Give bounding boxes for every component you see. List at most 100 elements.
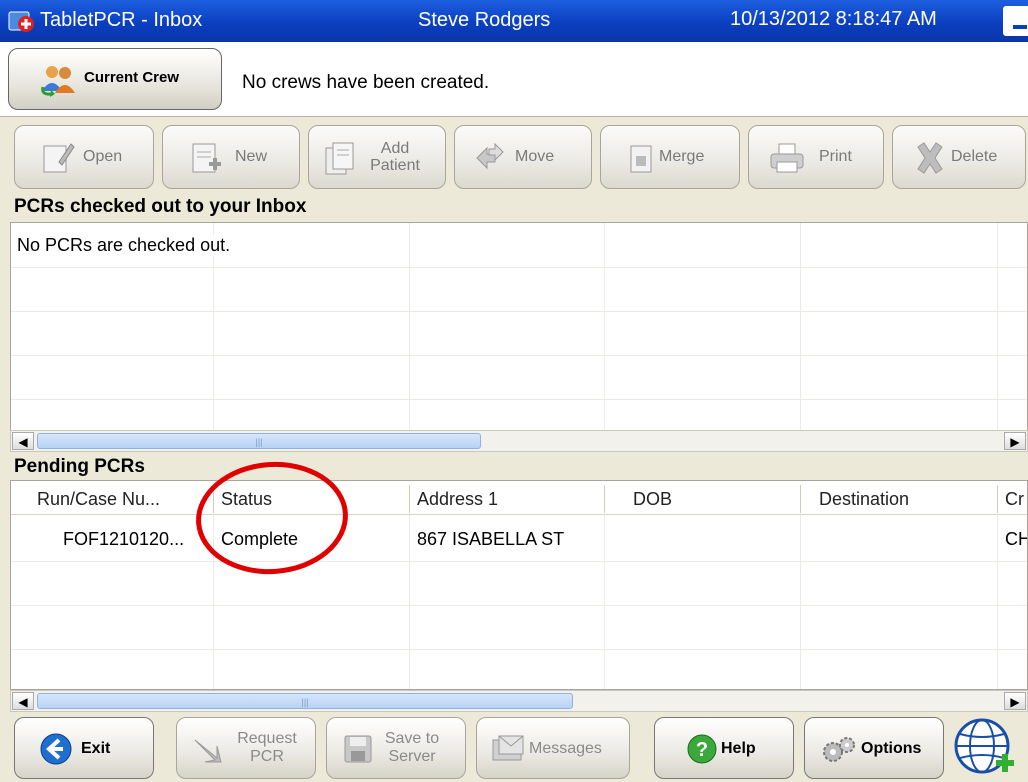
crew-people-icon (41, 66, 75, 97)
print-button[interactable]: Print (748, 125, 884, 189)
column-separator[interactable] (213, 485, 214, 513)
column-header-address[interactable]: Address 1 (417, 489, 498, 510)
user-name: Steve Rodgers (418, 9, 551, 31)
inbox-grid[interactable]: No PCRs are checked out. (10, 222, 1028, 432)
column-header-run-case[interactable]: Run/Case Nu... (37, 489, 160, 510)
messages-button[interactable]: Messages (476, 717, 630, 779)
scroll-right-arrow-icon[interactable]: ▶ (1004, 692, 1026, 710)
add-patient-button[interactable]: Add Patient (308, 125, 446, 189)
cell-run-case: FOF1210120... (63, 529, 185, 549)
open-button[interactable]: Open (14, 125, 154, 189)
inbox-heading: PCRs checked out to your Inbox (14, 196, 307, 217)
new-button[interactable]: New (162, 125, 300, 189)
exit-back-arrow-icon (40, 733, 72, 765)
add-patient-document-icon (325, 142, 354, 175)
cell-address: 867 ISABELLA ST (417, 529, 565, 549)
add-patient-label: Add Patient (365, 140, 425, 174)
column-header-destination[interactable]: Destination (819, 489, 909, 510)
crew-status-message: No crews have been created. (242, 72, 490, 93)
scroll-left-arrow-icon[interactable]: ◀ (12, 692, 34, 710)
column-header-status[interactable]: Status (221, 489, 272, 510)
merge-document-icon (630, 145, 652, 173)
print-label: Print (819, 148, 852, 165)
exit-button[interactable]: Exit (14, 717, 154, 779)
grid-line (997, 515, 998, 689)
column-header-crew[interactable]: Cr (1005, 489, 1024, 510)
column-separator[interactable] (800, 485, 801, 513)
title-bar: TabletPCR - Inbox Steve Rodgers 10/13/20… (0, 0, 1028, 42)
delete-x-icon (917, 142, 943, 174)
open-label: Open (83, 148, 123, 165)
pcr-toolbar: Open New Add Patient Move Merge Print De… (0, 116, 1028, 192)
save-to-server-button[interactable]: Save to Server (326, 717, 466, 779)
add-patient-label-line2: Patient (370, 157, 420, 174)
datetime: 10/13/2012 8:18:47 AM (730, 8, 937, 30)
request-pcr-label-line2: PCR (250, 748, 284, 765)
column-separator[interactable] (409, 485, 410, 513)
help-button[interactable]: ? Help (654, 717, 794, 779)
request-arrow-icon (194, 739, 222, 763)
grid-line (11, 649, 1027, 650)
save-label-line2: Server (388, 748, 436, 765)
merge-label: Merge (659, 148, 705, 165)
pending-heading: Pending PCRs (14, 456, 145, 477)
save-label-line1: Save to (384, 730, 440, 747)
new-document-icon (192, 143, 221, 173)
scroll-right-arrow-icon[interactable]: ▶ (1004, 432, 1026, 450)
new-label: New (235, 148, 268, 165)
scroll-thumb[interactable] (37, 693, 573, 709)
grid-line (11, 311, 1027, 312)
move-arrows-icon (476, 142, 504, 170)
printer-icon (770, 143, 804, 173)
options-label: Options (861, 740, 922, 757)
request-pcr-label-line1: Request (237, 730, 297, 747)
add-patient-label-line1: Add (380, 140, 410, 157)
scroll-left-arrow-icon[interactable]: ◀ (12, 432, 34, 450)
inbox-empty-message: No PCRs are checked out. (17, 235, 231, 256)
pending-grid[interactable]: Run/Case Nu... Status Address 1 DOB Dest… (10, 480, 1028, 690)
column-header-dob[interactable]: DOB (633, 489, 672, 510)
column-separator[interactable] (997, 485, 998, 513)
open-document-icon (43, 143, 75, 173)
move-button[interactable]: Move (454, 125, 592, 189)
grid-line (11, 399, 1027, 400)
delete-button[interactable]: Delete (892, 125, 1026, 189)
grid-line (11, 561, 1027, 562)
cell-status: Complete (221, 529, 299, 549)
grid-line (604, 515, 605, 689)
grid-line (11, 267, 1027, 268)
request-pcr-label: Request PCR (227, 730, 307, 766)
exit-label: Exit (81, 740, 111, 757)
column-separator[interactable] (604, 485, 605, 513)
inbox-horizontal-scrollbar[interactable]: ◀ ▶ (10, 430, 1028, 452)
current-crew-button[interactable]: Current Crew (8, 48, 222, 110)
scroll-thumb[interactable] (37, 433, 481, 449)
move-label: Move (515, 148, 555, 165)
tabletpcr-app-icon (8, 11, 34, 32)
grid-line (800, 515, 801, 689)
current-crew-label: Current Crew (84, 69, 180, 86)
grid-line (213, 515, 214, 689)
floppy-disk-icon (344, 735, 372, 763)
request-pcr-button[interactable]: Request PCR (176, 717, 316, 779)
window-title: TabletPCR - Inbox (40, 9, 203, 31)
bottom-bar: Exit Request PCR Save to Server Messages (0, 712, 1028, 782)
save-to-server-label: Save to Server (377, 730, 447, 766)
grid-line (11, 355, 1027, 356)
svg-text:?: ? (696, 739, 708, 761)
options-button[interactable]: Options (804, 717, 944, 779)
options-gears-icon (823, 737, 855, 762)
grid-line (11, 605, 1027, 606)
globe-add-icon[interactable] (952, 714, 1018, 780)
help-label: Help (721, 740, 756, 757)
pending-grid-header: Run/Case Nu... Status Address 1 DOB Dest… (11, 481, 1027, 515)
messages-label: Messages (529, 740, 602, 757)
pending-horizontal-scrollbar[interactable]: ◀ ▶ (10, 690, 1028, 712)
merge-button[interactable]: Merge (600, 125, 740, 189)
minimize-button[interactable] (1003, 6, 1028, 36)
delete-label: Delete (951, 148, 998, 165)
messages-envelope-icon (492, 735, 524, 761)
crew-bar: Current Crew No crews have been created. (0, 42, 1028, 116)
help-question-icon: ? (687, 734, 717, 764)
cell-crew: CH (1005, 529, 1027, 549)
